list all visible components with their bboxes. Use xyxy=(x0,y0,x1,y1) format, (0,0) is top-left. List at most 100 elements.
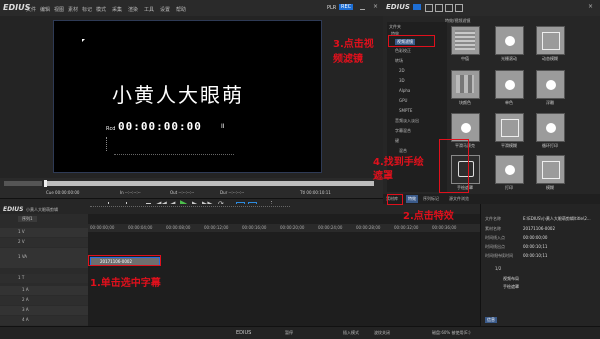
tree-item-smpte[interactable]: SMPTE xyxy=(399,108,412,113)
track-1va[interactable]: 1 VA xyxy=(0,248,88,268)
tab-effects[interactable]: 特效 xyxy=(406,195,418,203)
minimize-icon[interactable] xyxy=(360,4,365,10)
menu-marker[interactable]: 标记 xyxy=(82,6,92,13)
tab-source-browser[interactable]: 源文件浏览 xyxy=(449,196,469,202)
tool-icon[interactable] xyxy=(425,4,433,12)
effect-thumb-label-12: 模糊 xyxy=(546,185,554,190)
annotation-step-4b: 遮罩 xyxy=(373,171,393,182)
tree-item-gpu[interactable]: GPU xyxy=(399,98,407,103)
tree-item-transitions[interactable]: 转场 xyxy=(395,58,403,64)
ruler-tick: 00:00:24;00 xyxy=(318,225,343,230)
menu-file[interactable]: 文件 xyxy=(26,6,36,13)
effect-thumb-8[interactable] xyxy=(495,113,524,142)
fx-close-icon[interactable]: × xyxy=(588,3,593,10)
ball-icon xyxy=(505,36,515,46)
tree-item-alpha[interactable]: Alpha xyxy=(399,88,410,93)
effect-thumb-12[interactable] xyxy=(536,155,565,184)
fx-item-mask[interactable]: 手绘遮罩 xyxy=(503,284,519,290)
effect-thumb-7[interactable] xyxy=(451,113,480,142)
tree-item-keys[interactable]: 键 xyxy=(395,138,399,144)
menu-view[interactable]: 视图 xyxy=(54,6,64,13)
plr-label[interactable]: PLR xyxy=(327,5,336,11)
track-1v[interactable]: 1 V xyxy=(0,228,88,237)
tree-item-3d[interactable]: 3D xyxy=(399,78,405,83)
ttl-label: Ttl 00:00:10:11 xyxy=(300,190,331,195)
fx-item-layout[interactable]: 视频布局 xyxy=(503,276,519,282)
menu-render[interactable]: 渲染 xyxy=(128,6,138,13)
tree-header: 文件夹 xyxy=(389,24,401,29)
menu-settings[interactable]: 设置 xyxy=(160,6,170,13)
scrub-handle[interactable] xyxy=(44,180,47,187)
effect-thumb-label-6: 浮雕 xyxy=(546,100,554,105)
tree-item-title-mix[interactable]: 字幕混合 xyxy=(395,128,411,134)
effect-thumb-label-2: 光栅滚动 xyxy=(501,56,517,61)
info-tab[interactable]: 信息 xyxy=(485,317,497,323)
menu-mode[interactable]: 模式 xyxy=(96,6,106,13)
effect-thumb-2[interactable] xyxy=(495,26,524,55)
tree-item-audio-fade[interactable]: 音频淡入淡出 xyxy=(395,118,419,124)
in-point-label: 时间线入点 xyxy=(485,235,505,240)
page-indicator: 1/2 xyxy=(495,266,502,271)
close-icon[interactable]: × xyxy=(373,3,378,10)
frame-icon xyxy=(501,119,519,137)
scrub-bar[interactable] xyxy=(44,181,374,186)
track-3a[interactable]: 3 A xyxy=(0,306,88,315)
ball-icon xyxy=(505,80,515,90)
annotation-box-title-clip xyxy=(88,255,161,266)
ruler-tick: 00:00:20;00 xyxy=(280,225,305,230)
menu-tools[interactable]: 工具 xyxy=(144,6,154,13)
effect-thumb-1[interactable] xyxy=(451,26,480,55)
folder-icon[interactable] xyxy=(413,4,421,10)
frame-icon xyxy=(542,161,560,179)
track-2a[interactable]: 2 A xyxy=(0,296,88,305)
track-1a[interactable]: 1 A xyxy=(0,286,88,295)
menu-edit[interactable]: 编辑 xyxy=(40,6,50,13)
tree-item-color-correction[interactable]: 色彩校正 xyxy=(395,48,411,54)
ruler-tick: 00:00:04;00 xyxy=(128,225,153,230)
annotation-box-hand-mask xyxy=(439,139,469,193)
duration-label: 时间线持续时间 xyxy=(485,253,513,258)
effect-thumb-label-5: 单色 xyxy=(505,100,513,105)
tree-item-2d[interactable]: 2D xyxy=(399,68,405,73)
track-1t[interactable]: 1 T xyxy=(0,274,88,283)
tool-icon-2[interactable] xyxy=(435,4,443,12)
status-insert: 插入模式 xyxy=(343,330,359,335)
duration-value: 00:00:10;11 xyxy=(523,253,548,258)
tool-icon-3[interactable] xyxy=(445,4,453,12)
timeline-tools[interactable] xyxy=(90,206,290,213)
status-ripple: 波纹关闭 xyxy=(374,330,390,335)
name-value: 20171106-0002 xyxy=(523,226,555,231)
menu-clip[interactable]: 素材 xyxy=(68,6,78,13)
effect-thumb-11[interactable] xyxy=(495,155,524,184)
scrub-left-control[interactable] xyxy=(4,181,42,186)
tab-sequence-markers[interactable]: 序列标记 xyxy=(423,196,439,202)
status-bar: EDIUS 暂停 插入模式 波纹关闭 磁盘:60% 被使用(E:) xyxy=(0,326,600,339)
annotation-box-effects-tab xyxy=(387,194,403,205)
effect-thumb-4[interactable] xyxy=(451,70,480,99)
title-bar: EDIUS 文件 编辑 视图 素材 标记 模式 采集 渲染 工具 设置 帮助 P… xyxy=(0,0,383,17)
ruler-tick: 00:00:32;00 xyxy=(394,225,419,230)
timeline-ruler[interactable]: 00:00:00;00 00:00:04;00 00:00:08;00 00:00:1… xyxy=(88,224,480,232)
info-panel: 文件名称 E:\EDIUS\小黄人大眼萌剪辑\title\2... 素材名称 2… xyxy=(480,204,600,326)
rec-button[interactable]: REC xyxy=(339,4,354,10)
timeline-logo: EDIUS xyxy=(3,206,24,213)
menu-capture[interactable]: 采集 xyxy=(112,6,122,13)
name-label: 素材名称 xyxy=(485,226,501,231)
in-point-value: 00:00:00;00 xyxy=(523,235,548,240)
tool-icon-4[interactable] xyxy=(455,4,463,12)
track-4a[interactable]: 4 A xyxy=(0,316,88,325)
effect-thumb-3[interactable] xyxy=(536,26,565,55)
level-dots xyxy=(114,154,234,156)
track-2v[interactable]: 2 V xyxy=(0,238,88,247)
ball-icon xyxy=(505,165,515,175)
file-label: 文件名称 xyxy=(485,216,501,221)
menu-help[interactable]: 帮助 xyxy=(176,6,186,13)
effect-thumb-9[interactable] xyxy=(536,113,565,142)
effect-thumb-5[interactable] xyxy=(495,70,524,99)
sequence-tab[interactable]: 序列1 xyxy=(18,216,37,222)
effect-thumb-6[interactable] xyxy=(536,70,565,99)
frame-icon xyxy=(542,32,560,50)
effect-thumb-label-8: 平滑模糊 xyxy=(501,143,517,148)
lines-icon xyxy=(455,30,475,50)
ball-icon xyxy=(546,80,556,90)
